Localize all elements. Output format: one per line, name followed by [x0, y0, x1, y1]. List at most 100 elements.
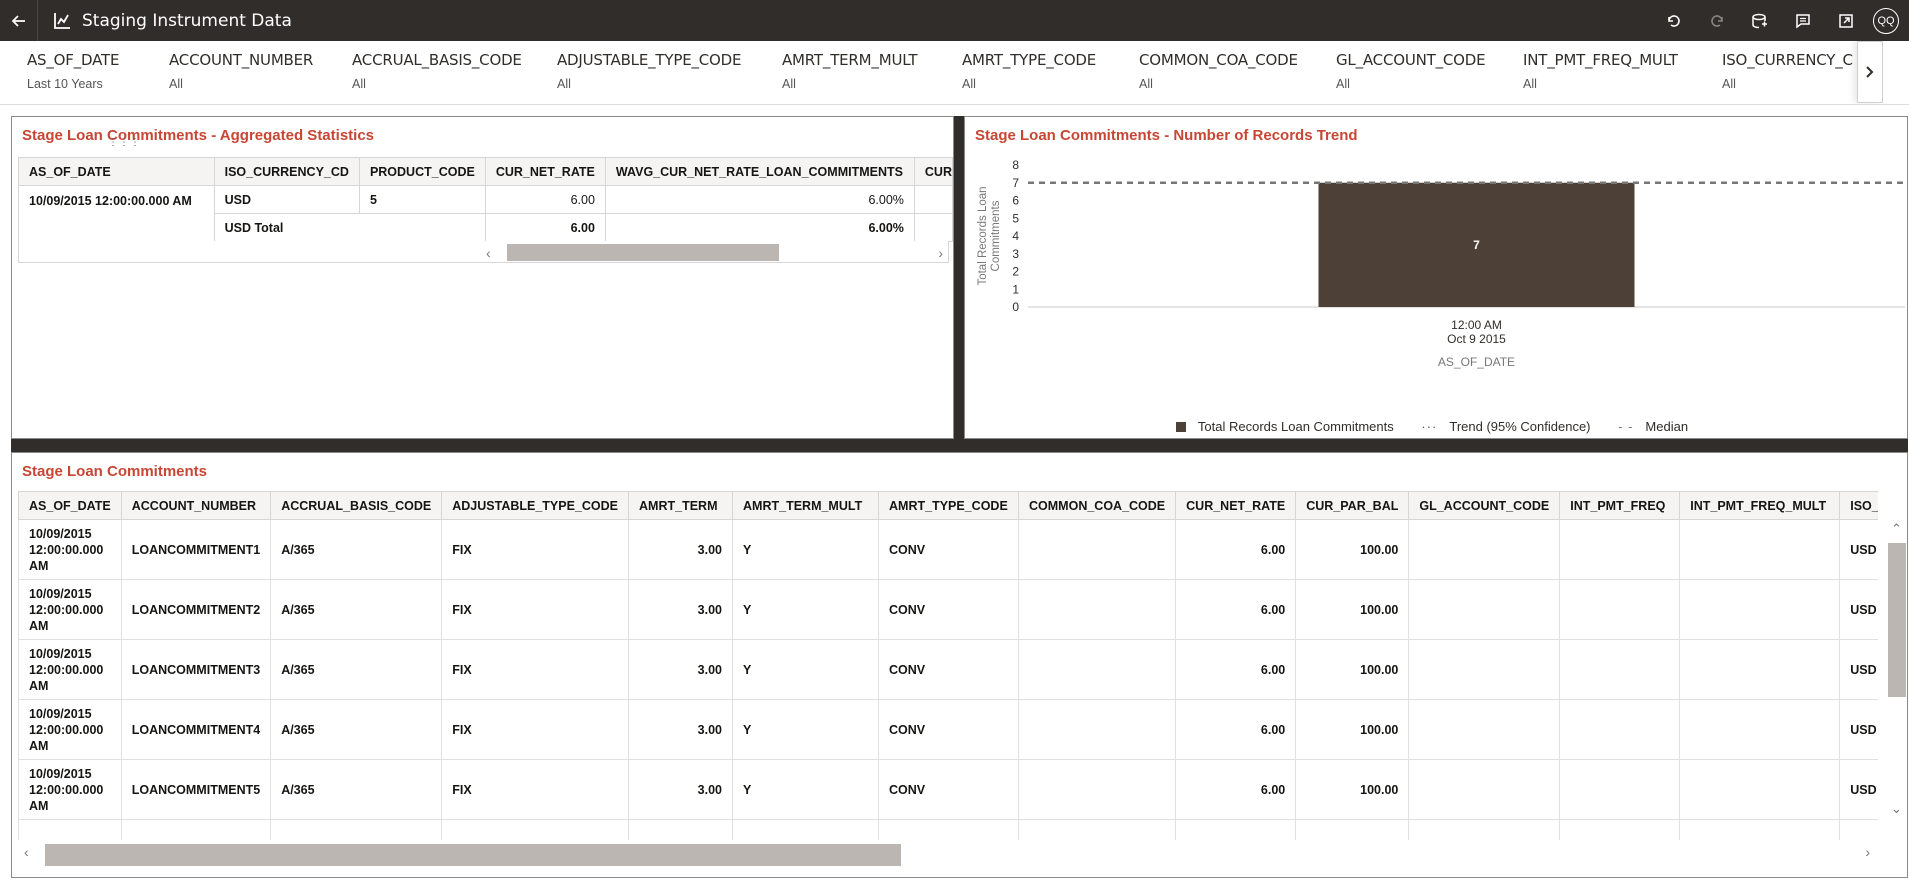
table-cell: 100.00 — [1295, 579, 1410, 640]
filter-adjustable-type-code[interactable]: ADJUSTABLE_TYPE_CODE All — [557, 51, 741, 91]
scroll-up-icon[interactable]: ⌃ — [1891, 521, 1902, 537]
column-header[interactable]: COMMON_COA_CODE — [1018, 491, 1177, 520]
column-header[interactable]: INT_PMT_FREQ — [1559, 491, 1681, 520]
filter-account-number[interactable]: ACCOUNT_NUMBER All — [169, 51, 313, 91]
table-cell: 100.00 — [1295, 519, 1410, 580]
undo-icon — [1667, 14, 1680, 27]
column-header[interactable]: GL_ACCOUNT_CODE — [1408, 491, 1561, 520]
filter-int-pmt-freq-mult[interactable]: INT_PMT_FREQ_MULT All — [1523, 51, 1678, 91]
pivot-header[interactable]: CUR — [913, 157, 953, 186]
column-header[interactable]: CUR_PAR_BAL — [1295, 491, 1410, 520]
table-cell — [1679, 759, 1841, 820]
column-header[interactable]: ACCRUAL_BASIS_CODE — [270, 491, 443, 520]
aggregated-stats-title: Stage Loan Commitments - Aggregated Stat… — [22, 127, 375, 144]
table-cell — [1018, 699, 1177, 760]
table-row[interactable]: 10/09/2015 12:00:00.000 AM LOANCOMMITMENT… — [18, 759, 1878, 820]
y-tick-label: 7 — [1012, 176, 1019, 190]
scroll-down-icon[interactable]: ⌄ — [1891, 801, 1902, 817]
column-header[interactable]: INT_PMT_FREQ_MULT — [1679, 491, 1841, 520]
table-row[interactable]: 10/09/2015 — [18, 819, 1878, 840]
pivot-header[interactable]: WAVG_CUR_NET_RATE_LOAN_COMMITMENTS — [604, 157, 915, 186]
pivot-horizontal-scrollbar[interactable]: ‹ › — [482, 244, 949, 264]
column-header[interactable]: AS_OF_DATE — [18, 491, 122, 520]
table-cell — [1679, 819, 1841, 840]
scrollbar-thumb[interactable] — [1888, 543, 1906, 697]
table-row[interactable]: 10/09/2015 12:00:00.000 AM LOANCOMMITMENT… — [18, 519, 1878, 580]
table-cell — [1559, 819, 1681, 840]
legend-item-total-records[interactable]: Total Records Loan Commitments — [1175, 419, 1402, 434]
drag-handle-icon[interactable]: ⋮⋮⋮ — [108, 137, 141, 148]
y-tick-label: 8 — [1012, 158, 1019, 172]
table-horizontal-scrollbar[interactable]: ‹ › — [18, 842, 1878, 866]
legend-item-trend[interactable]: ··· Trend (95% Confidence) — [1421, 419, 1598, 434]
table-cell — [1175, 819, 1297, 840]
dotted-line-icon: ··· — [1421, 419, 1438, 434]
table-row[interactable]: 10/09/2015 12:00:00.000 AM LOANCOMMITMENT… — [18, 639, 1878, 700]
chart-legend: Total Records Loan Commitments ··· Trend … — [965, 419, 1907, 434]
scrollbar-thumb[interactable] — [45, 844, 901, 866]
pivot-header[interactable]: CUR_NET_RATE — [484, 157, 606, 186]
loan-commitments-panel: Stage Loan Commitments AS_OF_DATE ACCOUNT… — [11, 452, 1908, 878]
pivot-cell: 5 — [358, 185, 486, 214]
comment-icon — [1795, 13, 1810, 28]
pivot-total-label: USD Total — [213, 213, 486, 242]
legend-item-median[interactable]: - - Median — [1618, 419, 1696, 434]
table-cell: Y — [732, 699, 880, 760]
data-source-button[interactable] — [1738, 0, 1781, 41]
filter-gl-account-code[interactable]: GL_ACCOUNT_CODE All — [1336, 51, 1486, 91]
table-cell: A/365 — [270, 579, 443, 640]
pivot-header[interactable]: AS_OF_DATE — [18, 157, 215, 186]
table-cell — [120, 819, 272, 840]
column-header[interactable]: AMRT_TERM_MULT — [732, 491, 880, 520]
filter-common-coa-code[interactable]: COMMON_COA_CODE All — [1139, 51, 1298, 91]
redo-button[interactable] — [1695, 0, 1738, 41]
table-cell — [878, 819, 1020, 840]
table-cell: 6.00 — [1175, 519, 1297, 580]
filter-iso-currency[interactable]: ISO_CURRENCY_C All — [1722, 51, 1853, 91]
table-cell — [1408, 639, 1561, 700]
filter-amrt-type-code[interactable]: AMRT_TYPE_CODE All — [962, 51, 1096, 91]
table-cell — [1559, 759, 1681, 820]
comments-button[interactable] — [1781, 0, 1824, 41]
present-button[interactable] — [1824, 0, 1867, 41]
table-cell — [1559, 699, 1681, 760]
pivot-cell — [913, 185, 953, 214]
column-header[interactable]: CUR_NET_RATE — [1175, 491, 1297, 520]
table-cell: Y — [732, 639, 880, 700]
table-row[interactable]: 10/09/2015 12:00:00.000 AM LOANCOMMITMENT… — [18, 579, 1878, 640]
pivot-cell: USD — [213, 185, 360, 214]
pivot-total-cell: 6.00 — [484, 213, 606, 242]
filter-scroll-next-button[interactable] — [1857, 41, 1883, 103]
user-avatar[interactable]: QQ — [1873, 7, 1899, 34]
table-cell: Y — [732, 519, 880, 580]
scroll-right-icon[interactable]: › — [938, 245, 943, 261]
column-header[interactable]: ACCOUNT_NUMBER — [120, 491, 272, 520]
pivot-header[interactable]: PRODUCT_CODE — [358, 157, 486, 186]
table-cell: CONV — [878, 759, 1020, 820]
filter-accrual-basis-code[interactable]: ACCRUAL_BASIS_CODE All — [352, 51, 522, 91]
scroll-left-icon[interactable]: ‹ — [24, 844, 29, 860]
filter-amrt-term-mult[interactable]: AMRT_TERM_MULT All — [782, 51, 917, 91]
bar-data-label: 7 — [1473, 238, 1480, 252]
scroll-right-icon[interactable]: › — [1865, 844, 1870, 860]
records-trend-panel: Stage Loan Commitments - Number of Recor… — [964, 116, 1908, 439]
scroll-left-icon[interactable]: ‹ — [486, 245, 491, 261]
pivot-total-cell: 6.00% — [604, 213, 915, 242]
undo-button[interactable] — [1652, 0, 1695, 41]
table-vertical-scrollbar[interactable]: ⌃ ⌄ — [1885, 521, 1907, 817]
back-button[interactable] — [0, 0, 38, 41]
table-cell — [1018, 759, 1177, 820]
table-cell — [1408, 819, 1561, 840]
scrollbar-thumb[interactable] — [507, 244, 779, 261]
x-tick-label: Oct 9 2015 — [1447, 332, 1506, 346]
table-cell: FIX — [441, 699, 630, 760]
column-header[interactable]: ISO_CU — [1839, 491, 1878, 520]
filter-as-of-date[interactable]: AS_OF_DATE Last 10 Years — [27, 51, 119, 91]
column-header[interactable]: AMRT_TERM — [628, 491, 734, 520]
pivot-header[interactable]: ISO_CURRENCY_CD — [213, 157, 360, 186]
column-header[interactable]: AMRT_TYPE_CODE — [878, 491, 1020, 520]
table-row[interactable]: 10/09/2015 12:00:00.000 AM LOANCOMMITMENT… — [18, 699, 1878, 760]
table-cell — [1679, 579, 1841, 640]
column-header[interactable]: ADJUSTABLE_TYPE_CODE — [441, 491, 630, 520]
table-cell: FIX — [441, 579, 630, 640]
